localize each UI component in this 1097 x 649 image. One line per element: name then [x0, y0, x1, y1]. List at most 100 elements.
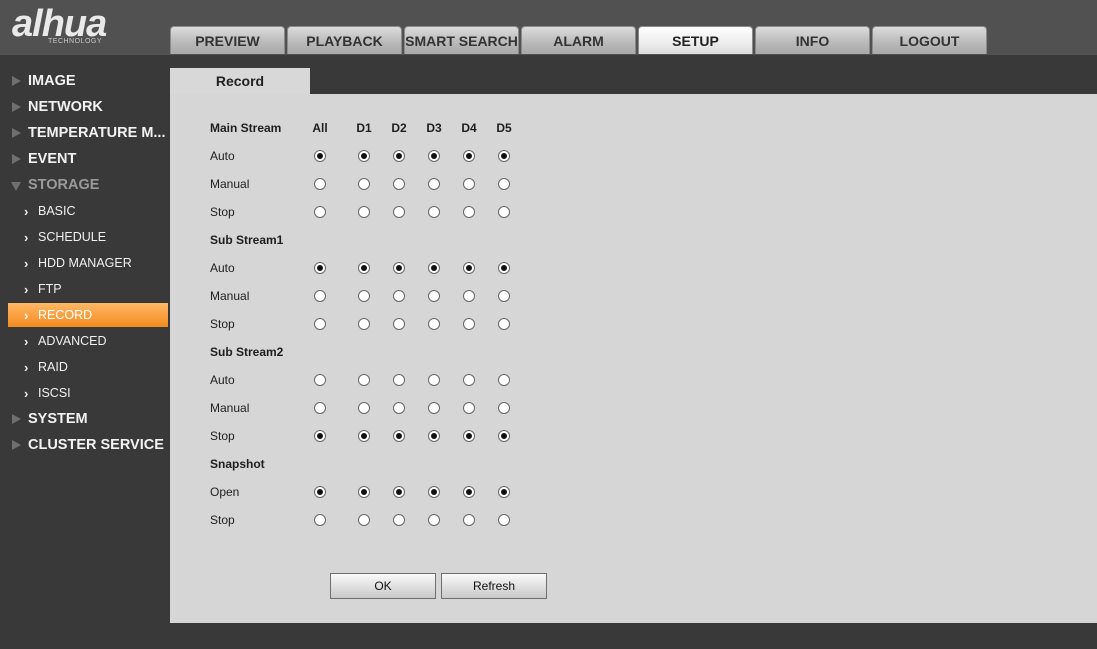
sidebar-item-event[interactable]: EVENT — [0, 146, 170, 172]
option-label: Stop — [210, 429, 235, 443]
sidebar-subitem-ftp[interactable]: › FTP — [8, 277, 168, 301]
radio-sub-stream2-stop-d1[interactable] — [358, 430, 370, 442]
sidebar-subitem-advanced[interactable]: › ADVANCED — [8, 329, 168, 353]
tab-logout[interactable]: LOGOUT — [872, 26, 987, 54]
radio-sub-stream1-stop-d3[interactable] — [428, 318, 440, 330]
radio-sub-stream2-auto-all[interactable] — [314, 374, 326, 386]
triangle-right-icon — [12, 440, 21, 450]
sidebar-subitem-schedule[interactable]: › SCHEDULE — [8, 225, 168, 249]
radio-main-stream-manual-d3[interactable] — [428, 178, 440, 190]
radio-sub-stream1-manual-d1[interactable] — [358, 290, 370, 302]
radio-sub-stream1-stop-all[interactable] — [314, 318, 326, 330]
radio-snapshot-open-d2[interactable] — [393, 486, 405, 498]
radio-main-stream-stop-d3[interactable] — [428, 206, 440, 218]
radio-main-stream-auto-d4[interactable] — [463, 150, 475, 162]
radio-sub-stream1-stop-d5[interactable] — [498, 318, 510, 330]
radio-sub-stream2-manual-all[interactable] — [314, 402, 326, 414]
radio-main-stream-auto-d1[interactable] — [358, 150, 370, 162]
sidebar-subitem-hdd-manager[interactable]: › HDD MANAGER — [8, 251, 168, 275]
radio-sub-stream2-stop-d3[interactable] — [428, 430, 440, 442]
radio-sub-stream1-auto-all[interactable] — [314, 262, 326, 274]
radio-sub-stream2-auto-d5[interactable] — [498, 374, 510, 386]
radio-sub-stream1-auto-d2[interactable] — [393, 262, 405, 274]
radio-sub-stream2-stop-all[interactable] — [314, 430, 326, 442]
sidebar-item-image[interactable]: IMAGE — [0, 68, 170, 94]
sidebar-item-cluster-service[interactable]: CLUSTER SERVICE — [0, 432, 170, 458]
sidebar-subitem-raid[interactable]: › RAID — [8, 355, 168, 379]
refresh-button[interactable]: Refresh — [441, 573, 547, 599]
radio-sub-stream2-auto-d3[interactable] — [428, 374, 440, 386]
sidebar-subitem-iscsi[interactable]: › ISCSI — [8, 381, 168, 405]
radio-sub-stream1-stop-d1[interactable] — [358, 318, 370, 330]
radio-sub-stream2-auto-d1[interactable] — [358, 374, 370, 386]
radio-snapshot-open-d5[interactable] — [498, 486, 510, 498]
tab-alarm[interactable]: ALARM — [521, 26, 636, 54]
sidebar-subitem-basic[interactable]: › BASIC — [8, 199, 168, 223]
radio-sub-stream2-manual-d5[interactable] — [498, 402, 510, 414]
radio-sub-stream2-stop-d5[interactable] — [498, 430, 510, 442]
radio-snapshot-stop-d3[interactable] — [428, 514, 440, 526]
radio-sub-stream1-auto-d5[interactable] — [498, 262, 510, 274]
radio-main-stream-manual-all[interactable] — [314, 178, 326, 190]
radio-main-stream-stop-all[interactable] — [314, 206, 326, 218]
radio-sub-stream1-auto-d3[interactable] — [428, 262, 440, 274]
tab-preview[interactable]: PREVIEW — [170, 26, 285, 54]
sidebar-item-system[interactable]: SYSTEM — [0, 406, 170, 432]
radio-sub-stream1-auto-d4[interactable] — [463, 262, 475, 274]
radio-sub-stream2-stop-d2[interactable] — [393, 430, 405, 442]
radio-sub-stream2-manual-d3[interactable] — [428, 402, 440, 414]
radio-sub-stream1-auto-d1[interactable] — [358, 262, 370, 274]
sidebar-item-network[interactable]: NETWORK — [0, 94, 170, 120]
radio-main-stream-manual-d4[interactable] — [463, 178, 475, 190]
radio-snapshot-stop-d1[interactable] — [358, 514, 370, 526]
radio-snapshot-open-d3[interactable] — [428, 486, 440, 498]
radio-snapshot-open-d4[interactable] — [463, 486, 475, 498]
radio-sub-stream2-auto-d2[interactable] — [393, 374, 405, 386]
tab-record[interactable]: Record — [170, 68, 310, 94]
radio-snapshot-stop-all[interactable] — [314, 514, 326, 526]
tab-smart-search[interactable]: SMART SEARCH — [404, 26, 519, 54]
radio-sub-stream1-manual-all[interactable] — [314, 290, 326, 302]
radio-snapshot-stop-d4[interactable] — [463, 514, 475, 526]
radio-main-stream-manual-d5[interactable] — [498, 178, 510, 190]
radio-main-stream-manual-d2[interactable] — [393, 178, 405, 190]
radio-sub-stream1-manual-d4[interactable] — [463, 290, 475, 302]
sidebar-item-temperature-m[interactable]: TEMPERATURE M... — [0, 120, 170, 146]
radio-sub-stream1-manual-d5[interactable] — [498, 290, 510, 302]
option-label: Stop — [210, 513, 235, 527]
tab-info[interactable]: INFO — [755, 26, 870, 54]
column-header-d4: D4 — [461, 121, 477, 135]
sidebar-item-label: STORAGE — [28, 177, 100, 193]
radio-main-stream-stop-d2[interactable] — [393, 206, 405, 218]
radio-main-stream-stop-d4[interactable] — [463, 206, 475, 218]
radio-main-stream-auto-d3[interactable] — [428, 150, 440, 162]
tab-setup[interactable]: SETUP — [638, 26, 753, 54]
radio-main-stream-auto-all[interactable] — [314, 150, 326, 162]
radio-sub-stream1-manual-d2[interactable] — [393, 290, 405, 302]
sidebar-item-storage[interactable]: STORAGE — [0, 172, 170, 198]
radio-main-stream-auto-d5[interactable] — [498, 150, 510, 162]
chevron-right-icon: › — [24, 256, 29, 271]
radio-main-stream-manual-d1[interactable] — [358, 178, 370, 190]
radio-main-stream-stop-d1[interactable] — [358, 206, 370, 218]
radio-snapshot-stop-d2[interactable] — [393, 514, 405, 526]
radio-sub-stream2-auto-d4[interactable] — [463, 374, 475, 386]
sidebar-subitem-label: ISCSI — [38, 386, 71, 400]
sidebar-menu: IMAGE NETWORK TEMPERATURE M... EVENT STORAGE… — [0, 55, 170, 649]
radio-main-stream-auto-d2[interactable] — [393, 150, 405, 162]
radio-snapshot-open-d1[interactable] — [358, 486, 370, 498]
sidebar-subitem-record[interactable]: › RECORD — [8, 303, 168, 327]
ok-button[interactable]: OK — [330, 573, 436, 599]
radio-snapshot-open-all[interactable] — [314, 486, 326, 498]
radio-main-stream-stop-d5[interactable] — [498, 206, 510, 218]
radio-sub-stream2-manual-d1[interactable] — [358, 402, 370, 414]
radio-sub-stream1-stop-d4[interactable] — [463, 318, 475, 330]
radio-sub-stream2-manual-d2[interactable] — [393, 402, 405, 414]
radio-snapshot-stop-d5[interactable] — [498, 514, 510, 526]
tab-playback[interactable]: PLAYBACK — [287, 26, 402, 54]
section-header-sub-stream1: Sub Stream1 — [210, 226, 710, 254]
radio-sub-stream1-manual-d3[interactable] — [428, 290, 440, 302]
radio-sub-stream2-stop-d4[interactable] — [463, 430, 475, 442]
radio-sub-stream1-stop-d2[interactable] — [393, 318, 405, 330]
radio-sub-stream2-manual-d4[interactable] — [463, 402, 475, 414]
